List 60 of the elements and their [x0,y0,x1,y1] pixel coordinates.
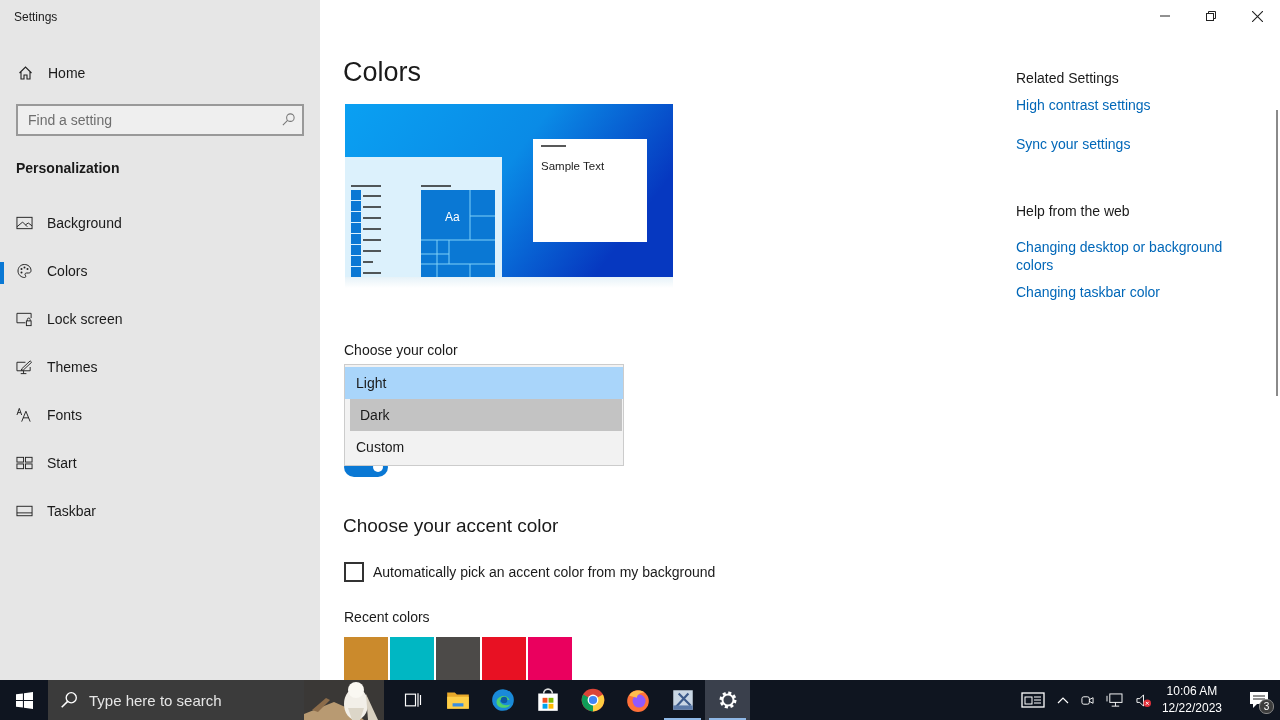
close-icon [1251,10,1263,22]
sidebar-item[interactable]: Colors [0,247,320,295]
help-title: Help from the web [1016,203,1131,221]
checkbox-label: Automatically pick an accent color from my background [373,564,716,580]
clock-time: 10:06 AM [1165,683,1219,700]
page-title: Colors [343,56,423,88]
color-swatch[interactable] [390,637,434,680]
clock-date: 12/22/2023 [1161,700,1222,717]
news-icon[interactable] [1020,691,1045,709]
dropdown-option[interactable]: Light [345,367,623,399]
taskbar-icon [16,503,33,519]
window-title: Settings [13,9,59,26]
tile-text: Aa [445,210,460,224]
lock-screen-icon [16,311,33,327]
picture-icon [16,215,33,231]
task-view-icon [402,690,423,710]
themes-icon [16,359,33,375]
related-settings-title: Related Settings [1016,70,1120,88]
search-icon [281,112,296,127]
settings-link[interactable]: Sync your settings [1016,136,1246,156]
color-swatch[interactable] [528,637,572,680]
home-icon [17,65,34,81]
color-swatch[interactable] [482,637,526,680]
sidebar-item[interactable]: Background [0,199,320,247]
notification-badge: 3 [1259,699,1274,714]
taskbar-app[interactable] [705,680,750,720]
sidebar-item[interactable]: Lock screen [0,295,320,343]
dropdown-option[interactable]: Custom [345,431,623,463]
search-input[interactable]: Type here to search [89,688,304,712]
field-label: Choose your color [344,342,459,360]
color-swatch[interactable] [436,637,480,680]
network-icon[interactable] [1105,692,1123,708]
dropdown-option[interactable]: Dark [350,399,622,431]
start-icon [16,455,33,471]
browser-icon [624,687,651,713]
sidebar-item[interactable]: Fonts [0,391,320,439]
chevron-up-icon[interactable] [1056,696,1069,704]
sidebar-item[interactable]: Start [0,439,320,487]
browser-icon [579,687,606,713]
volume-muted-icon[interactable] [1134,692,1152,708]
section-title: Choose your accent color [343,515,560,538]
browser-icon [489,687,516,713]
palette-icon [16,263,33,279]
help-link[interactable]: Changing taskbar color [1016,283,1246,301]
settings-link[interactable]: High contrast settings [1016,97,1246,117]
search-icon [60,691,78,709]
home-link[interactable]: Home [0,63,86,83]
scrollbar[interactable] [1276,110,1278,396]
section-heading: Personalization [16,160,121,178]
search-field[interactable]: Find a setting [16,104,304,136]
sidebar-item[interactable]: Themes [0,343,320,391]
restore-icon [1206,11,1216,21]
field-label: Recent colors [344,609,431,627]
help-link[interactable]: Changing desktop or background colors [1016,238,1246,274]
sample-text: Sample Text [541,160,605,172]
checkbox[interactable] [344,562,364,582]
fonts-icon [16,407,33,423]
sidebar-item[interactable]: Taskbar [0,487,320,535]
color-swatch[interactable] [344,637,388,680]
start-icon [15,691,33,709]
